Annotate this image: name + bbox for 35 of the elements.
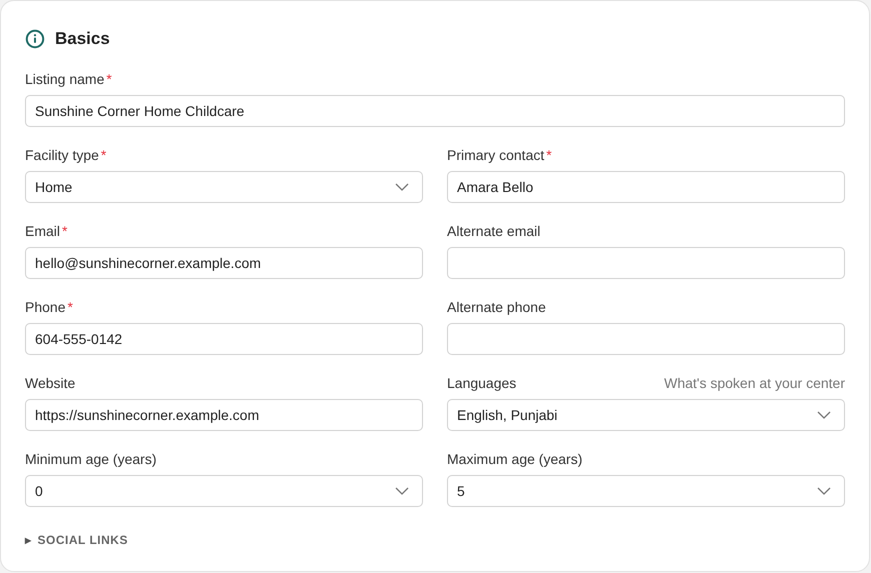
input-field[interactable]: hello@sunshinecorner.example.com <box>25 247 423 279</box>
chevron-down-icon <box>817 487 831 495</box>
info-icon <box>25 29 45 49</box>
field-label: Phone <box>25 299 66 315</box>
field-label: Email <box>25 223 60 239</box>
chevron-down-icon <box>395 183 409 191</box>
required-mark: * <box>67 299 73 315</box>
input-field[interactable]: Amara Bello <box>447 171 845 203</box>
field-label: Alternate phone <box>447 299 546 315</box>
input-field[interactable] <box>447 323 845 355</box>
field-label: Minimum age (years) <box>25 451 156 467</box>
required-mark: * <box>100 147 106 163</box>
field-label: Maximum age (years) <box>447 451 582 467</box>
input-field[interactable]: https://sunshinecorner.example.com <box>25 399 423 431</box>
field-hint: What's spoken at your center <box>664 375 845 391</box>
chevron-down-icon <box>817 411 831 419</box>
field-label: Listing name <box>25 71 104 87</box>
field-label: Primary contact <box>447 147 544 163</box>
input-field[interactable]: 604-555-0142 <box>25 323 423 355</box>
required-mark: * <box>546 147 552 163</box>
field-label: Website <box>25 375 76 391</box>
required-mark: * <box>62 223 68 239</box>
input-field[interactable]: Sunshine Corner Home Childcare <box>25 95 845 127</box>
select-field[interactable]: English, Punjabi <box>447 399 845 431</box>
chevron-down-icon <box>395 487 409 495</box>
field-label: Facility type <box>25 147 99 163</box>
required-mark: * <box>106 71 112 87</box>
field-label: Alternate email <box>447 223 540 239</box>
select-field[interactable]: 0 <box>25 475 423 507</box>
field-label: Languages <box>447 375 516 391</box>
section-title: Basics <box>55 29 110 49</box>
social-links-toggle[interactable]: ▶ SOCIAL LINKS <box>25 533 128 547</box>
input-field[interactable] <box>447 247 845 279</box>
select-field[interactable]: Home <box>25 171 423 203</box>
select-field[interactable]: 5 <box>447 475 845 507</box>
